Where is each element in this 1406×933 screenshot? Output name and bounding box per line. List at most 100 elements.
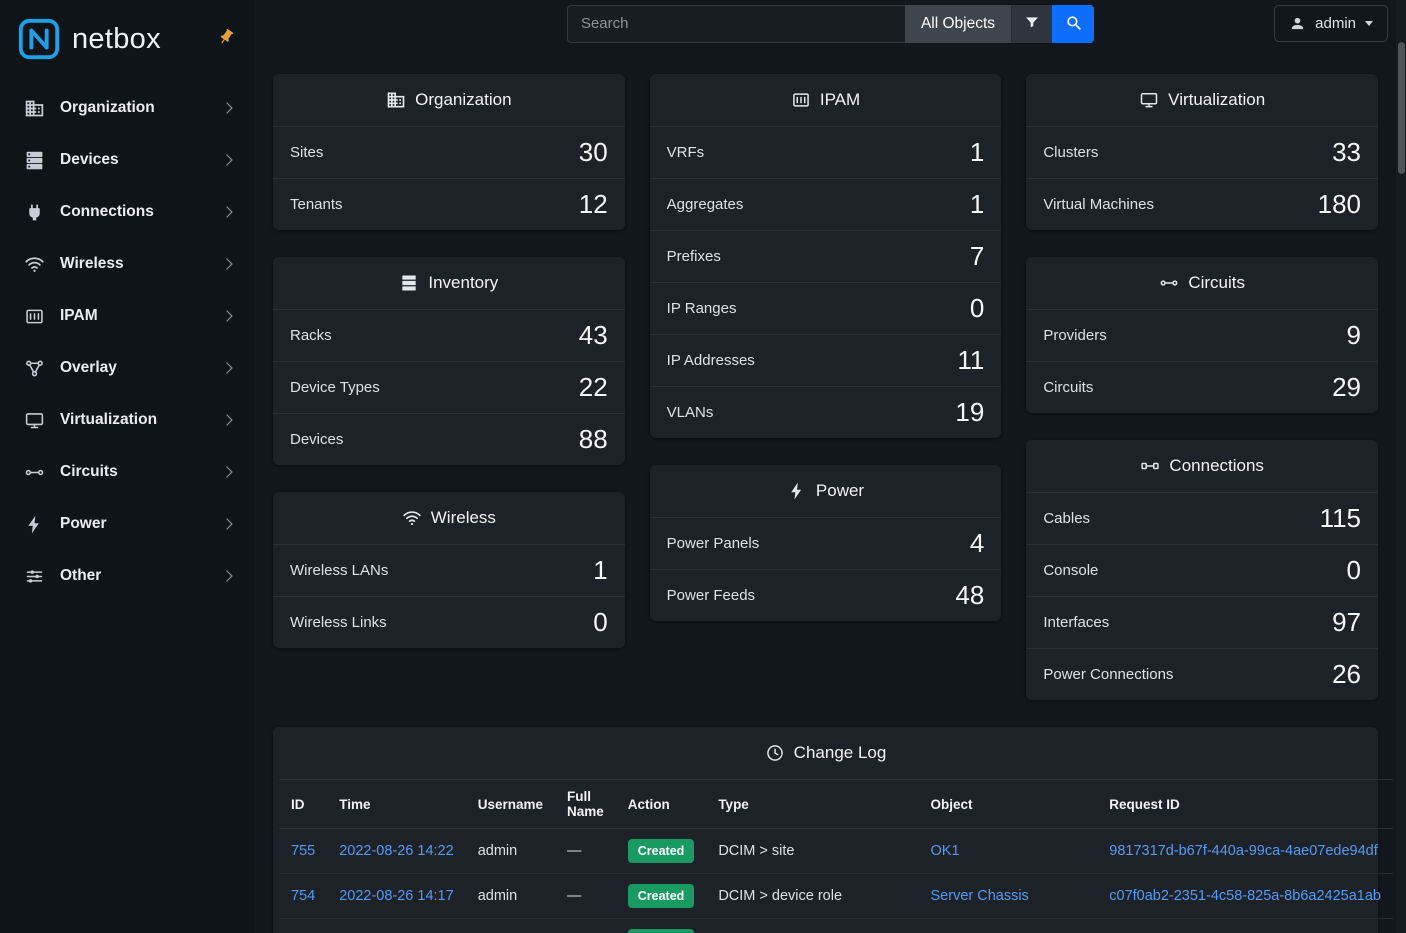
stat-value[interactable]: 97 — [1332, 607, 1361, 638]
change-username: admin — [466, 874, 555, 919]
stat-value[interactable]: 12 — [579, 189, 608, 220]
sidebar-item-label: Wireless — [60, 255, 223, 273]
stat-value[interactable]: 1 — [593, 555, 607, 586]
stat-row: VRFs 1 — [650, 126, 1002, 178]
chevron-right-icon — [221, 466, 232, 477]
cable-icon — [1140, 456, 1160, 476]
sidebar-item-virtualization[interactable]: Virtualization — [0, 394, 255, 446]
stat-value[interactable]: 11 — [957, 345, 984, 376]
brand-name[interactable]: netbox — [72, 23, 161, 56]
sidebar-item-overlay[interactable]: Overlay — [0, 342, 255, 394]
stat-value[interactable]: 0 — [970, 293, 984, 324]
change-username: admin — [466, 829, 555, 874]
stat-value[interactable]: 26 — [1332, 659, 1361, 690]
lightning-bolt-icon — [24, 514, 45, 535]
stat-value[interactable]: 30 — [579, 137, 608, 168]
col-header-request-id: Request ID — [1097, 780, 1393, 829]
card-title: Power — [816, 481, 864, 501]
stat-row: Providers 9 — [1026, 309, 1378, 361]
change-object-link[interactable]: OK1 — [931, 843, 960, 859]
building-icon — [386, 90, 406, 110]
stat-value[interactable]: 0 — [593, 607, 607, 638]
stat-value[interactable]: 1 — [970, 189, 984, 220]
stat-label: Tenants — [290, 196, 343, 213]
card-header: Change Log — [273, 727, 1378, 779]
chevron-right-icon — [221, 518, 232, 529]
stat-label: Aggregates — [667, 196, 744, 213]
chevron-right-icon — [221, 310, 232, 321]
change-request-id-link[interactable]: 9817317d-b67f-440a-99ca-4ae07ede94df — [1109, 843, 1377, 859]
change-type: DCIM > site — [706, 829, 918, 874]
topbar: All Objects admin — [255, 0, 1406, 47]
col-header-object: Object — [919, 780, 1098, 829]
change-id-link[interactable]: 754 — [291, 888, 315, 904]
stat-value[interactable]: 115 — [1320, 503, 1361, 534]
stat-row: Cables 115 — [1026, 492, 1378, 544]
chevron-right-icon — [221, 206, 232, 217]
changelog-card: Change Log ID Time Username Full Name — [273, 727, 1378, 933]
sidebar-item-power[interactable]: Power — [0, 498, 255, 550]
sidebar-item-connections[interactable]: Connections — [0, 186, 255, 238]
sidebar-item-ipam[interactable]: IPAM — [0, 290, 255, 342]
dashboard-grid: Organization Sites 30 Tenants 12 Invento… — [273, 74, 1378, 700]
sidebar-item-other[interactable]: Other — [0, 550, 255, 602]
stat-value[interactable]: 4 — [970, 528, 984, 559]
scrollbar[interactable] — [1396, 0, 1406, 933]
search-button[interactable] — [1052, 5, 1094, 43]
user-menu-button[interactable]: admin — [1274, 5, 1388, 42]
connections-card: Connections Cables 115 Console 0 Interfa… — [1026, 440, 1378, 700]
stat-label: Power Feeds — [667, 587, 755, 604]
logo-row: netbox — [0, 0, 255, 78]
filter-button[interactable] — [1011, 5, 1052, 43]
chevron-right-icon — [221, 258, 232, 269]
stat-row: Sites 30 — [273, 126, 625, 178]
change-request-id-link[interactable]: c07f0ab2-2351-4c58-825a-8b6a2425a1ab — [1109, 888, 1381, 904]
change-object-link[interactable]: Server Chassis — [931, 888, 1029, 904]
change-id-link[interactable]: 755 — [291, 843, 315, 859]
counter-icon — [24, 306, 45, 327]
sidebar-nav: Organization Devices Connections Wireles… — [0, 78, 255, 602]
sidebar-item-devices[interactable]: Devices — [0, 134, 255, 186]
server-icon — [24, 150, 45, 171]
stat-label: Wireless LANs — [290, 562, 388, 579]
search-input[interactable] — [567, 5, 905, 43]
stat-value[interactable]: 7 — [970, 241, 984, 272]
chevron-right-icon — [221, 102, 232, 113]
caret-down-icon — [1365, 21, 1373, 26]
stat-value[interactable]: 1 — [970, 137, 984, 168]
change-username: admin — [466, 919, 555, 933]
filter-icon — [1024, 14, 1040, 33]
stat-value[interactable]: 19 — [955, 397, 984, 428]
stat-row: Clusters 33 — [1026, 126, 1378, 178]
pin-icon[interactable] — [217, 28, 235, 46]
change-object: OnboardAdministrator-2 — [919, 919, 1098, 933]
change-fullname: — — [555, 919, 616, 933]
change-time-link[interactable]: 2022-08-26 14:17 — [339, 888, 454, 904]
search-scope-button[interactable]: All Objects — [905, 5, 1011, 43]
lightning-bolt-icon — [787, 481, 807, 501]
change-time-link[interactable]: 2022-08-26 14:22 — [339, 843, 454, 859]
stat-value[interactable]: 180 — [1318, 189, 1361, 220]
card-header: Connections — [1026, 440, 1378, 492]
card-header: Inventory — [273, 257, 625, 309]
stat-value[interactable]: 22 — [579, 372, 608, 403]
table-row: 754 2022-08-26 14:17 admin — Created DCI… — [279, 874, 1393, 919]
inventory-card: Inventory Racks 43 Device Types 22 Devic… — [273, 257, 625, 465]
sidebar-item-circuits[interactable]: Circuits — [0, 446, 255, 498]
stat-value[interactable]: 48 — [955, 580, 984, 611]
stat-value[interactable]: 0 — [1347, 555, 1361, 586]
stat-row: VLANs 19 — [650, 386, 1002, 438]
stat-value[interactable]: 43 — [579, 320, 608, 351]
netbox-logo-icon[interactable] — [16, 16, 62, 62]
scrollbar-thumb[interactable] — [1398, 42, 1405, 174]
stat-value[interactable]: 88 — [579, 424, 608, 455]
stat-value[interactable]: 9 — [1347, 320, 1361, 351]
sidebar-item-organization[interactable]: Organization — [0, 82, 255, 134]
col-header-fullname: Full Name — [555, 780, 616, 829]
stat-value[interactable]: 33 — [1332, 137, 1361, 168]
stat-label: Wireless Links — [290, 614, 387, 631]
dashboard-column-1: Organization Sites 30 Tenants 12 Invento… — [273, 74, 625, 700]
card-title: Wireless — [431, 508, 496, 528]
sidebar-item-wireless[interactable]: Wireless — [0, 238, 255, 290]
stat-value[interactable]: 29 — [1332, 372, 1361, 403]
